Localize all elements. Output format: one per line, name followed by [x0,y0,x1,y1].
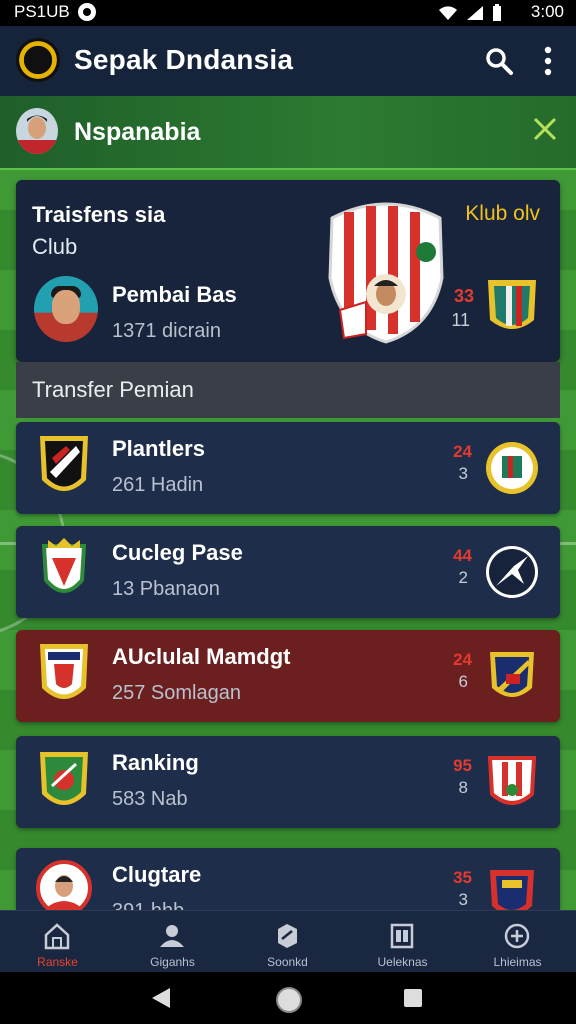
row-stat-top: 24 [453,650,472,669]
row-name: Ranking [112,750,199,775]
featured-subtitle: Club [32,234,78,259]
featured-transfer-card[interactable]: Traisfens sia Club Pembai Bas 1371 dicra… [16,180,560,362]
club-crest-icon [488,280,536,329]
row-name: Cucleg Pase [112,540,243,565]
featured-title: Traisfens sia [32,202,166,227]
list-item[interactable]: Cucleg Pase 13 Pbanaon 44 2 [16,526,560,618]
more-vert-icon[interactable] [538,44,558,78]
battery-icon [493,4,501,21]
home-button-icon[interactable] [276,987,302,1013]
list-icon [390,923,414,949]
club-crest-icon [490,652,534,697]
row-meta: 583 Nab [112,788,188,810]
signal-icon [467,6,483,20]
nav-item-home[interactable]: Ranske [0,911,115,973]
search-icon[interactable] [484,46,514,76]
row-name: Plantlers [112,436,205,461]
wifi-icon [439,6,457,20]
status-bar: PS1UB 3:00 [0,0,576,26]
status-time: 3:00 [530,2,564,21]
tag-icon [278,924,297,948]
featured-stat-top: 33 [453,286,474,306]
row-meta: 257 Somlagan [112,682,241,704]
recents-icon[interactable] [404,989,422,1007]
notification-banner[interactable]: Nspanabia [0,96,576,170]
player-name: Pembai Bas [112,282,237,307]
list-item[interactable]: Plantlers 261 Hadin 24 3 [16,422,560,514]
app-bar: Sepak Dndansia [0,26,576,96]
row-meta: 261 Hadin [112,474,204,496]
nav-label: Giganhs [150,955,195,969]
nav-label: Lhieimas [493,955,542,969]
back-icon[interactable] [152,988,170,1008]
club-badge-icon [41,538,87,593]
add-circle-icon [504,923,530,949]
bottom-navigation: Ranske Giganhs Soonkd Ueleknas Lhieimas [0,910,576,973]
nav-item-groups[interactable]: Giganhs [115,911,230,973]
status-icons [438,4,502,22]
list-item[interactable]: Ranking 583 Nab 95 8 [16,736,560,828]
nav-item-list[interactable]: Ueleknas [345,911,460,973]
row-stat-top: 44 [453,546,472,565]
row-meta: 13 Pbanaon [112,578,220,600]
row-stat-top: 35 [453,868,472,887]
banner-avatar [16,108,58,154]
app-title: Sepak Dndansia [74,44,294,75]
row-stat-top: 24 [453,442,472,461]
featured-stat-bottom: 11 [451,310,470,330]
row-name: AUclulal Mamdgt [112,644,291,669]
player-avatar [34,276,98,342]
nav-label: Soonkd [267,955,308,969]
nav-label: Ranske [37,955,78,969]
nav-item-tags[interactable]: Soonkd [230,911,345,973]
status-left-text: PS1UB [14,2,70,21]
close-icon[interactable] [532,116,558,142]
row-stat-top: 95 [453,756,472,775]
section-title: Transfer Pemian [32,377,194,402]
row-stat-bottom: 6 [458,672,468,691]
club-crest-icon [486,546,538,598]
row-name: Clugtare [112,862,202,887]
notification-icon [78,3,96,21]
player-meta: 1371 dicrain [112,320,221,342]
club-crest-icon [486,442,538,494]
club-badge-icon [40,436,88,491]
club-label: Klub olv [465,202,540,225]
nav-label: Ueleknas [377,955,428,969]
home-icon [44,923,70,950]
section-header: Transfer Pemian [16,362,560,418]
row-stat-bottom: 3 [458,464,468,483]
system-navigation-bar [0,972,576,1024]
banner-title: Nspanabia [74,118,201,146]
club-badge-icon [40,644,88,699]
jersey-crest-icon [328,202,444,344]
group-icon [160,925,184,947]
app-logo[interactable] [16,38,60,82]
row-stat-bottom: 3 [458,890,468,909]
club-badge-icon [40,752,88,805]
list-item[interactable]: AUclulal Mamdgt 257 Somlagan 24 6 [16,630,560,722]
row-stat-bottom: 2 [458,568,468,587]
nav-item-add[interactable]: Lhieimas [460,911,575,973]
row-stat-bottom: 8 [458,778,468,797]
club-crest-icon [487,756,537,805]
